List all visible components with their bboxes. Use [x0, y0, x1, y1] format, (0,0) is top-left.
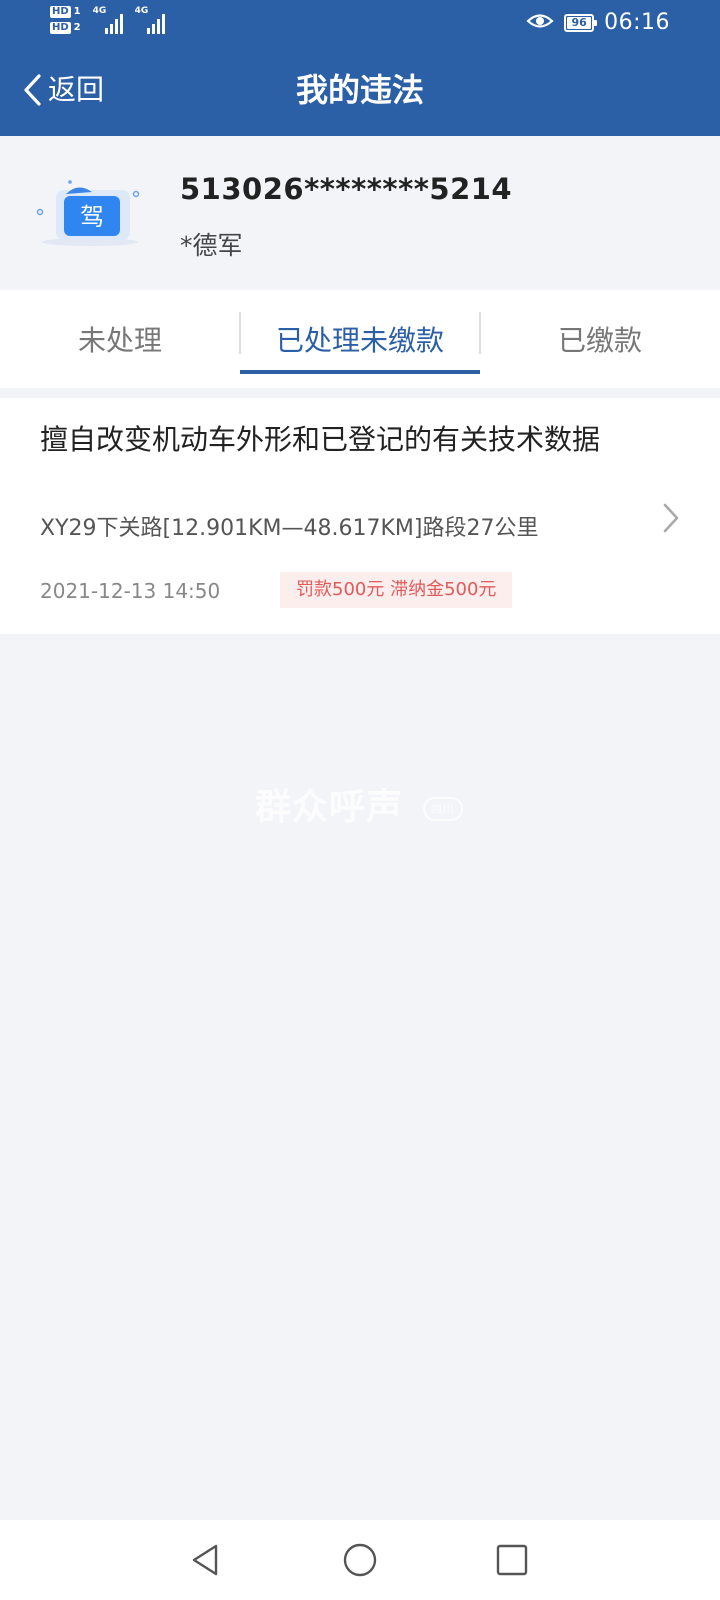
eye-comfort-icon [526, 12, 554, 34]
nav-home-button[interactable] [340, 1540, 380, 1580]
watermark: 群众呼声 四川 [255, 778, 463, 830]
hd2-number: 2 [73, 22, 81, 33]
triangle-back-icon [186, 1544, 226, 1584]
violation-time: 2021-12-13 14:50 [40, 579, 221, 603]
violation-item[interactable]: 擅自改变机动车外形和已登记的有关技术数据 XY29下关路[12.901KM—48… [0, 398, 720, 634]
signal-icon-2: 4G [135, 6, 165, 34]
nav-back-button[interactable] [186, 1540, 226, 1580]
circle-home-icon [340, 1543, 380, 1584]
network-type-2: 4G [134, 6, 149, 16]
hd1-number: 1 [73, 6, 81, 17]
square-recents-icon [492, 1544, 532, 1584]
tab-unprocessed[interactable]: 未处理 [0, 290, 240, 388]
watermark-badge: 四川 [422, 797, 463, 821]
fine-badge: 罚款500元 滞纳金500元 [280, 572, 513, 608]
status-right: 96 06:16 [526, 10, 670, 35]
system-nav-bar [0, 1520, 720, 1600]
active-tab-indicator [240, 370, 480, 374]
violation-location: XY29下关路[12.901KM—48.617KM]路段27公里 [40, 516, 539, 541]
battery-level: 96 [567, 16, 592, 29]
status-clock: 06:16 [604, 10, 670, 35]
top-bar: HD 1 HD 2 4G 4G 96 06:16 返回 我的违法 [0, 0, 720, 136]
holder-name: *德军 [180, 231, 243, 260]
battery-icon: 96 [564, 13, 598, 32]
driver-license-icon: 驾 [30, 172, 142, 258]
status-bar: HD 1 HD 2 4G 4G 96 06:16 [0, 0, 720, 46]
status-left: HD 1 HD 2 4G 4G [50, 6, 165, 34]
hd-indicators: HD 1 HD 2 [50, 6, 81, 34]
violation-title: 擅自改变机动车外形和已登记的有关技术数据 [40, 423, 601, 456]
nav-header: 返回 我的违法 [0, 46, 720, 136]
network-type-1: 4G [92, 6, 107, 16]
signal-icon-1: 4G [93, 6, 123, 34]
id-number: 513026********5214 [180, 172, 513, 206]
tab-paid[interactable]: 已缴款 [480, 290, 720, 388]
watermark-text: 群众呼声 [255, 787, 404, 828]
license-icon-char: 驾 [80, 203, 104, 231]
page-title: 我的违法 [295, 71, 424, 109]
driver-profile: 驾 513026********5214 *德军 [0, 136, 720, 290]
nav-recents-button[interactable] [492, 1540, 532, 1580]
hd2-badge: HD [50, 22, 71, 34]
chevron-right-icon [662, 502, 680, 538]
hd1-badge: HD [50, 6, 71, 18]
